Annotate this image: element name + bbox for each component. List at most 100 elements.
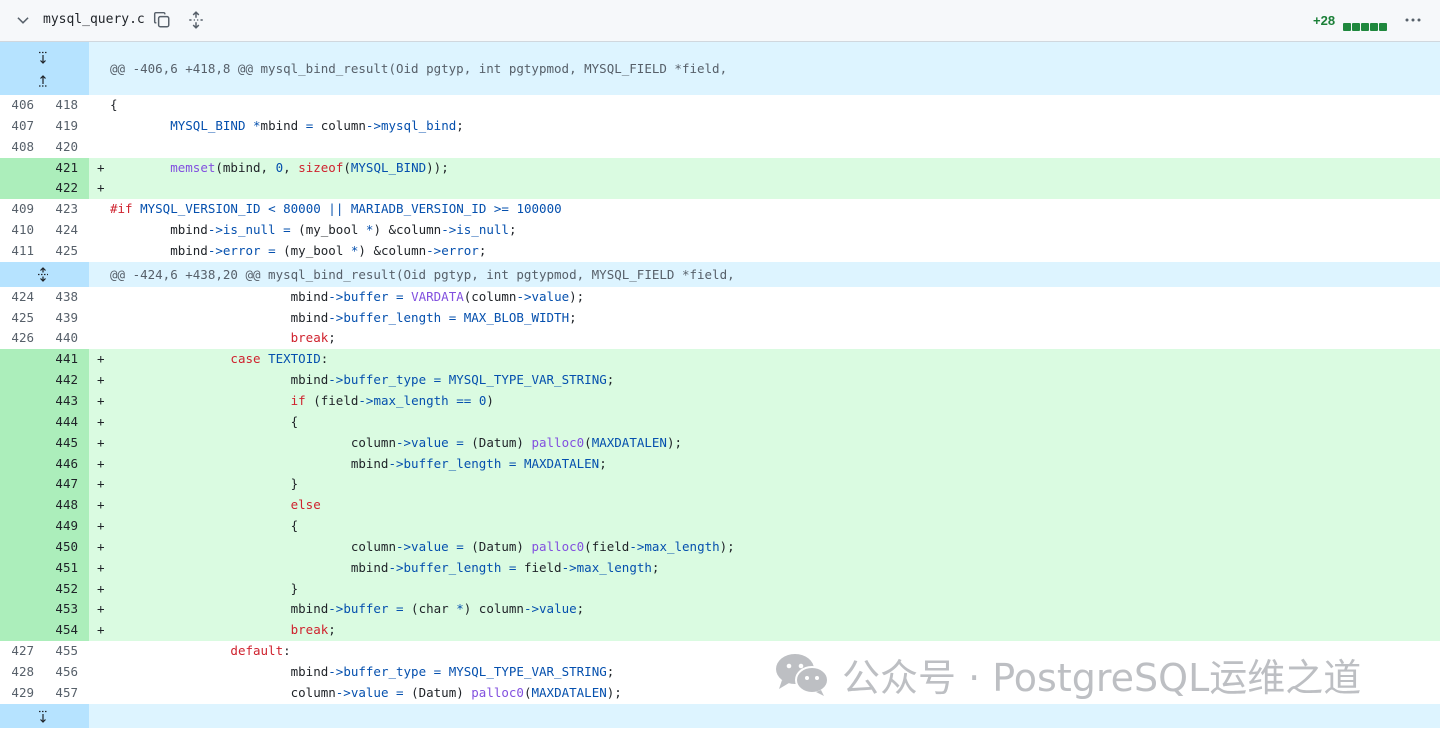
line-gutter: 429 457 (0, 683, 89, 704)
new-line-number[interactable]: 450 (44, 537, 78, 558)
old-line-number[interactable]: 427 (0, 641, 34, 662)
hunk-header-text: @@ -424,6 +438,20 @@ mysql_bind_result(O… (110, 266, 735, 282)
added-line: 450 + column->value = (Datum) palloc0(fie… (0, 536, 1440, 558)
new-line-number[interactable]: 452 (44, 579, 78, 600)
new-line-number[interactable]: 423 (44, 199, 78, 220)
added-line: 454 + break; (0, 620, 1440, 642)
new-line-number[interactable]: 443 (44, 391, 78, 412)
addition-marker: + (97, 413, 105, 429)
code-text: mbind->buffer = (char *) column->value; (110, 601, 585, 617)
new-line-number[interactable]: 446 (44, 454, 78, 475)
new-line-number[interactable]: 441 (44, 349, 78, 370)
new-line-number[interactable]: 457 (44, 683, 78, 704)
diffstat-block (1352, 23, 1360, 31)
new-line-number[interactable]: 444 (44, 412, 78, 433)
new-line-number[interactable]: 449 (44, 516, 78, 537)
code-text: memset(mbind, 0, sizeof(MYSQL_BIND)); (170, 159, 449, 175)
new-line-number[interactable]: 440 (44, 328, 78, 349)
code-text: { (110, 413, 299, 429)
old-line-number[interactable]: 411 (0, 241, 34, 262)
new-line-number[interactable]: 456 (44, 662, 78, 683)
new-line-number[interactable]: 422 (44, 178, 78, 199)
line-gutter: 409 423 (0, 199, 89, 220)
expand-both-icon[interactable] (36, 266, 50, 282)
added-line: 445 + column->value = (Datum) palloc0(MAX… (0, 432, 1440, 454)
code-text: } (110, 476, 299, 492)
new-line-number[interactable]: 421 (44, 158, 78, 179)
line-gutter: 422 (0, 178, 89, 200)
code-text: break; (290, 622, 336, 638)
new-line-number[interactable]: 424 (44, 220, 78, 241)
code-text: if (field->max_length == 0) (290, 392, 494, 408)
expand-down-icon[interactable] (36, 51, 50, 65)
new-line-number[interactable]: 453 (44, 599, 78, 620)
line-gutter: 450 (0, 536, 89, 558)
addition-marker: + (97, 180, 105, 196)
old-line-number[interactable]: 425 (0, 308, 34, 329)
code-text: mbind->buffer = VARDATA(column->value); (110, 288, 585, 304)
line-gutter: 454 (0, 620, 89, 642)
expand-up-icon[interactable] (36, 73, 50, 87)
new-line-number[interactable]: 448 (44, 495, 78, 516)
code-text: { (110, 97, 118, 112)
line-gutter: 425 439 (0, 308, 89, 329)
line-gutter: 421 (0, 157, 89, 179)
new-line-number[interactable]: 442 (44, 370, 78, 391)
addition-marker: + (97, 622, 105, 638)
old-line-number[interactable]: 429 (0, 683, 34, 704)
hunk-footer (0, 703, 1440, 728)
line-gutter: 443 (0, 390, 89, 412)
old-line-number[interactable]: 407 (0, 116, 34, 137)
line-gutter: 449 (0, 516, 89, 537)
new-line-number[interactable]: 451 (44, 558, 78, 579)
new-line-number[interactable]: 438 (44, 287, 78, 308)
new-line-number[interactable]: 454 (44, 620, 78, 641)
code-text: mbind->is_null = (my_bool *) &column->is… (110, 222, 517, 238)
new-line-number[interactable]: 447 (44, 474, 78, 495)
expand-all-icon[interactable] (187, 11, 205, 29)
copy-icon[interactable] (153, 11, 171, 29)
more-options-icon[interactable] (1403, 11, 1423, 29)
addition-marker: + (97, 601, 105, 617)
addition-marker: + (97, 159, 105, 175)
new-line-number[interactable]: 445 (44, 433, 78, 454)
code-text: mbind->buffer_type = MYSQL_TYPE_VAR_STRI… (110, 372, 615, 388)
expand-down-icon[interactable] (36, 710, 50, 724)
old-line-number[interactable]: 424 (0, 287, 34, 308)
line-gutter: 441 (0, 349, 89, 371)
line-gutter: 424 438 (0, 287, 89, 308)
expand-gutter[interactable] (0, 261, 89, 287)
addition-marker: + (97, 497, 105, 513)
context-line: 410 424 mbind->is_null = (my_bool *) &col… (0, 220, 1440, 241)
chevron-down-icon[interactable] (14, 11, 32, 29)
old-line-number[interactable]: 426 (0, 328, 34, 349)
expand-gutter[interactable] (0, 703, 89, 728)
code-text: else (290, 497, 321, 513)
context-line: 407 419 MYSQL_BIND *mbind = column->mysql… (0, 116, 1440, 137)
code-text: mbind->error = (my_bool *) &column->erro… (110, 242, 487, 258)
addition-marker: + (97, 372, 105, 388)
diffstat-bar (1343, 16, 1388, 31)
new-line-number[interactable]: 425 (44, 241, 78, 262)
watermark: 公众号 · PostgreSQL运维之道 (774, 650, 1361, 700)
old-line-number[interactable]: 428 (0, 662, 34, 683)
old-line-number[interactable]: 409 (0, 199, 34, 220)
old-line-number[interactable]: 406 (0, 95, 34, 116)
new-line-number[interactable]: 419 (44, 116, 78, 137)
file-name[interactable]: mysql_query.c (43, 12, 145, 27)
line-gutter: 447 (0, 474, 89, 496)
new-line-number[interactable]: 420 (44, 137, 78, 158)
line-gutter: 453 (0, 599, 89, 621)
old-line-number[interactable]: 408 (0, 137, 34, 158)
new-line-number[interactable]: 439 (44, 308, 78, 329)
added-line: 421 + memset(mbind, 0, sizeof(MYSQL_BIND)… (0, 157, 1440, 179)
diffstat-block (1343, 23, 1351, 31)
new-line-number[interactable]: 418 (44, 95, 78, 116)
code-text: column->value = (Datum) palloc0(MAXDATAL… (110, 684, 622, 700)
addition-marker: + (97, 580, 105, 596)
new-line-number[interactable]: 455 (44, 641, 78, 662)
additions-count: +28 (1313, 13, 1336, 28)
context-line: 409 423 #if MYSQL_VERSION_ID < 80000 || MA… (0, 199, 1440, 220)
expand-gutter[interactable] (0, 42, 89, 95)
old-line-number[interactable]: 410 (0, 220, 34, 241)
